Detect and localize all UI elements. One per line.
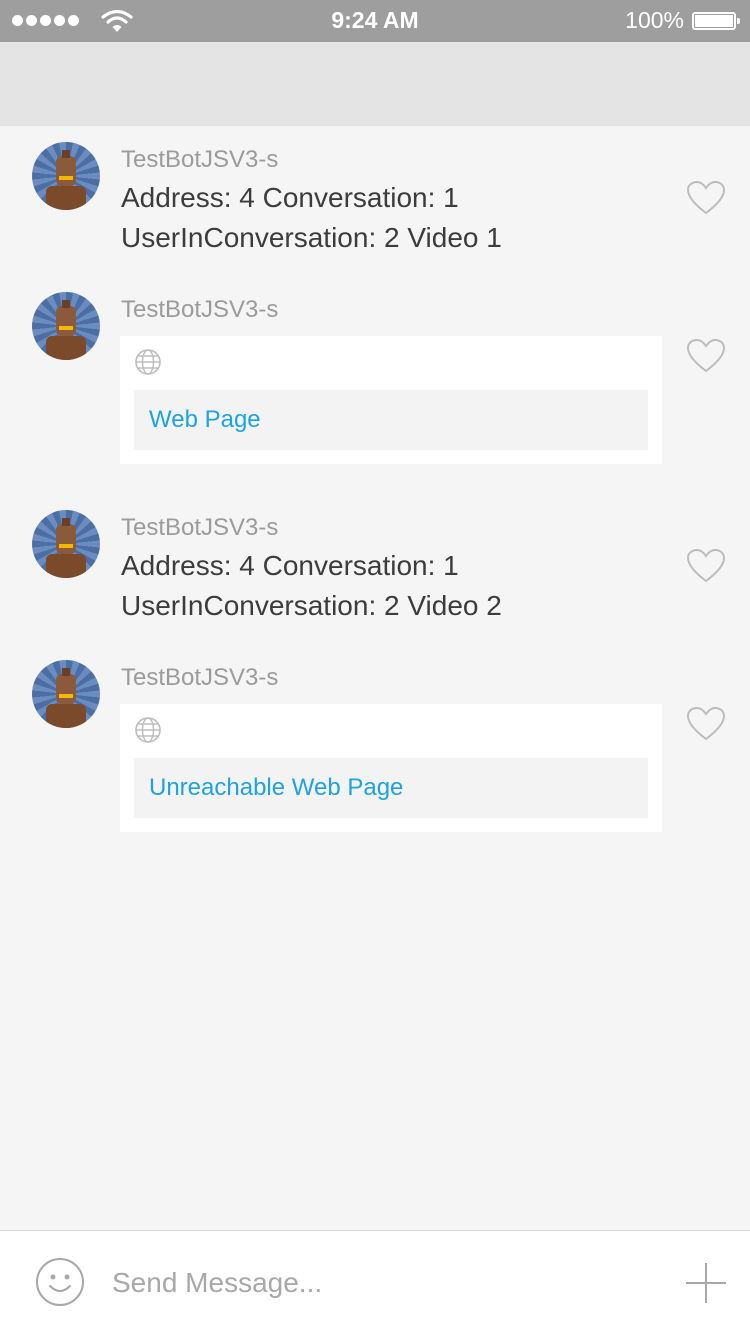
message-input-bar — [0, 1230, 750, 1334]
link-card[interactable]: Web Page — [120, 336, 662, 464]
link-card[interactable]: Unreachable Web Page — [120, 704, 662, 832]
message-text-line: UserInConversation: 2 Video 2 — [121, 590, 502, 621]
smiley-icon[interactable] — [35, 1257, 85, 1307]
message-sender: TestBotJSV3-s — [121, 296, 279, 323]
heart-icon[interactable] — [686, 338, 726, 374]
heart-icon[interactable] — [686, 548, 726, 584]
message-sender: TestBotJSV3-s — [121, 146, 279, 173]
bot-avatar-icon — [32, 660, 100, 728]
message-list[interactable]: TestBotJSV3-s Address: 4 Conversation: 1… — [0, 126, 750, 1230]
web-page-link[interactable]: Web Page — [134, 390, 648, 450]
status-bar: 9:24 AM 100% — [0, 0, 750, 42]
battery-icon — [692, 12, 740, 30]
message-text-line: Address: 4 Conversation: 1 — [121, 182, 459, 213]
globe-icon — [135, 717, 161, 743]
message-text: Address: 4 Conversation: 1 UserInConvers… — [121, 546, 502, 626]
message-text-line: Address: 4 Conversation: 1 — [121, 550, 459, 581]
message-text-line: UserInConversation: 2 Video 1 — [121, 222, 502, 253]
globe-icon — [135, 349, 161, 375]
heart-icon[interactable] — [686, 706, 726, 742]
send-message-input[interactable] — [112, 1261, 652, 1305]
bot-avatar-icon — [32, 510, 100, 578]
message-sender: TestBotJSV3-s — [121, 664, 279, 691]
navigation-bar — [0, 42, 750, 126]
unreachable-web-page-link[interactable]: Unreachable Web Page — [134, 758, 648, 818]
battery-percent: 100% — [625, 7, 684, 33]
bot-avatar-icon — [32, 292, 100, 360]
plus-icon[interactable] — [684, 1261, 728, 1305]
heart-icon[interactable] — [686, 180, 726, 216]
bot-avatar-icon — [32, 142, 100, 210]
message-text: Address: 4 Conversation: 1 UserInConvers… — [121, 178, 502, 258]
message-sender: TestBotJSV3-s — [121, 514, 279, 541]
